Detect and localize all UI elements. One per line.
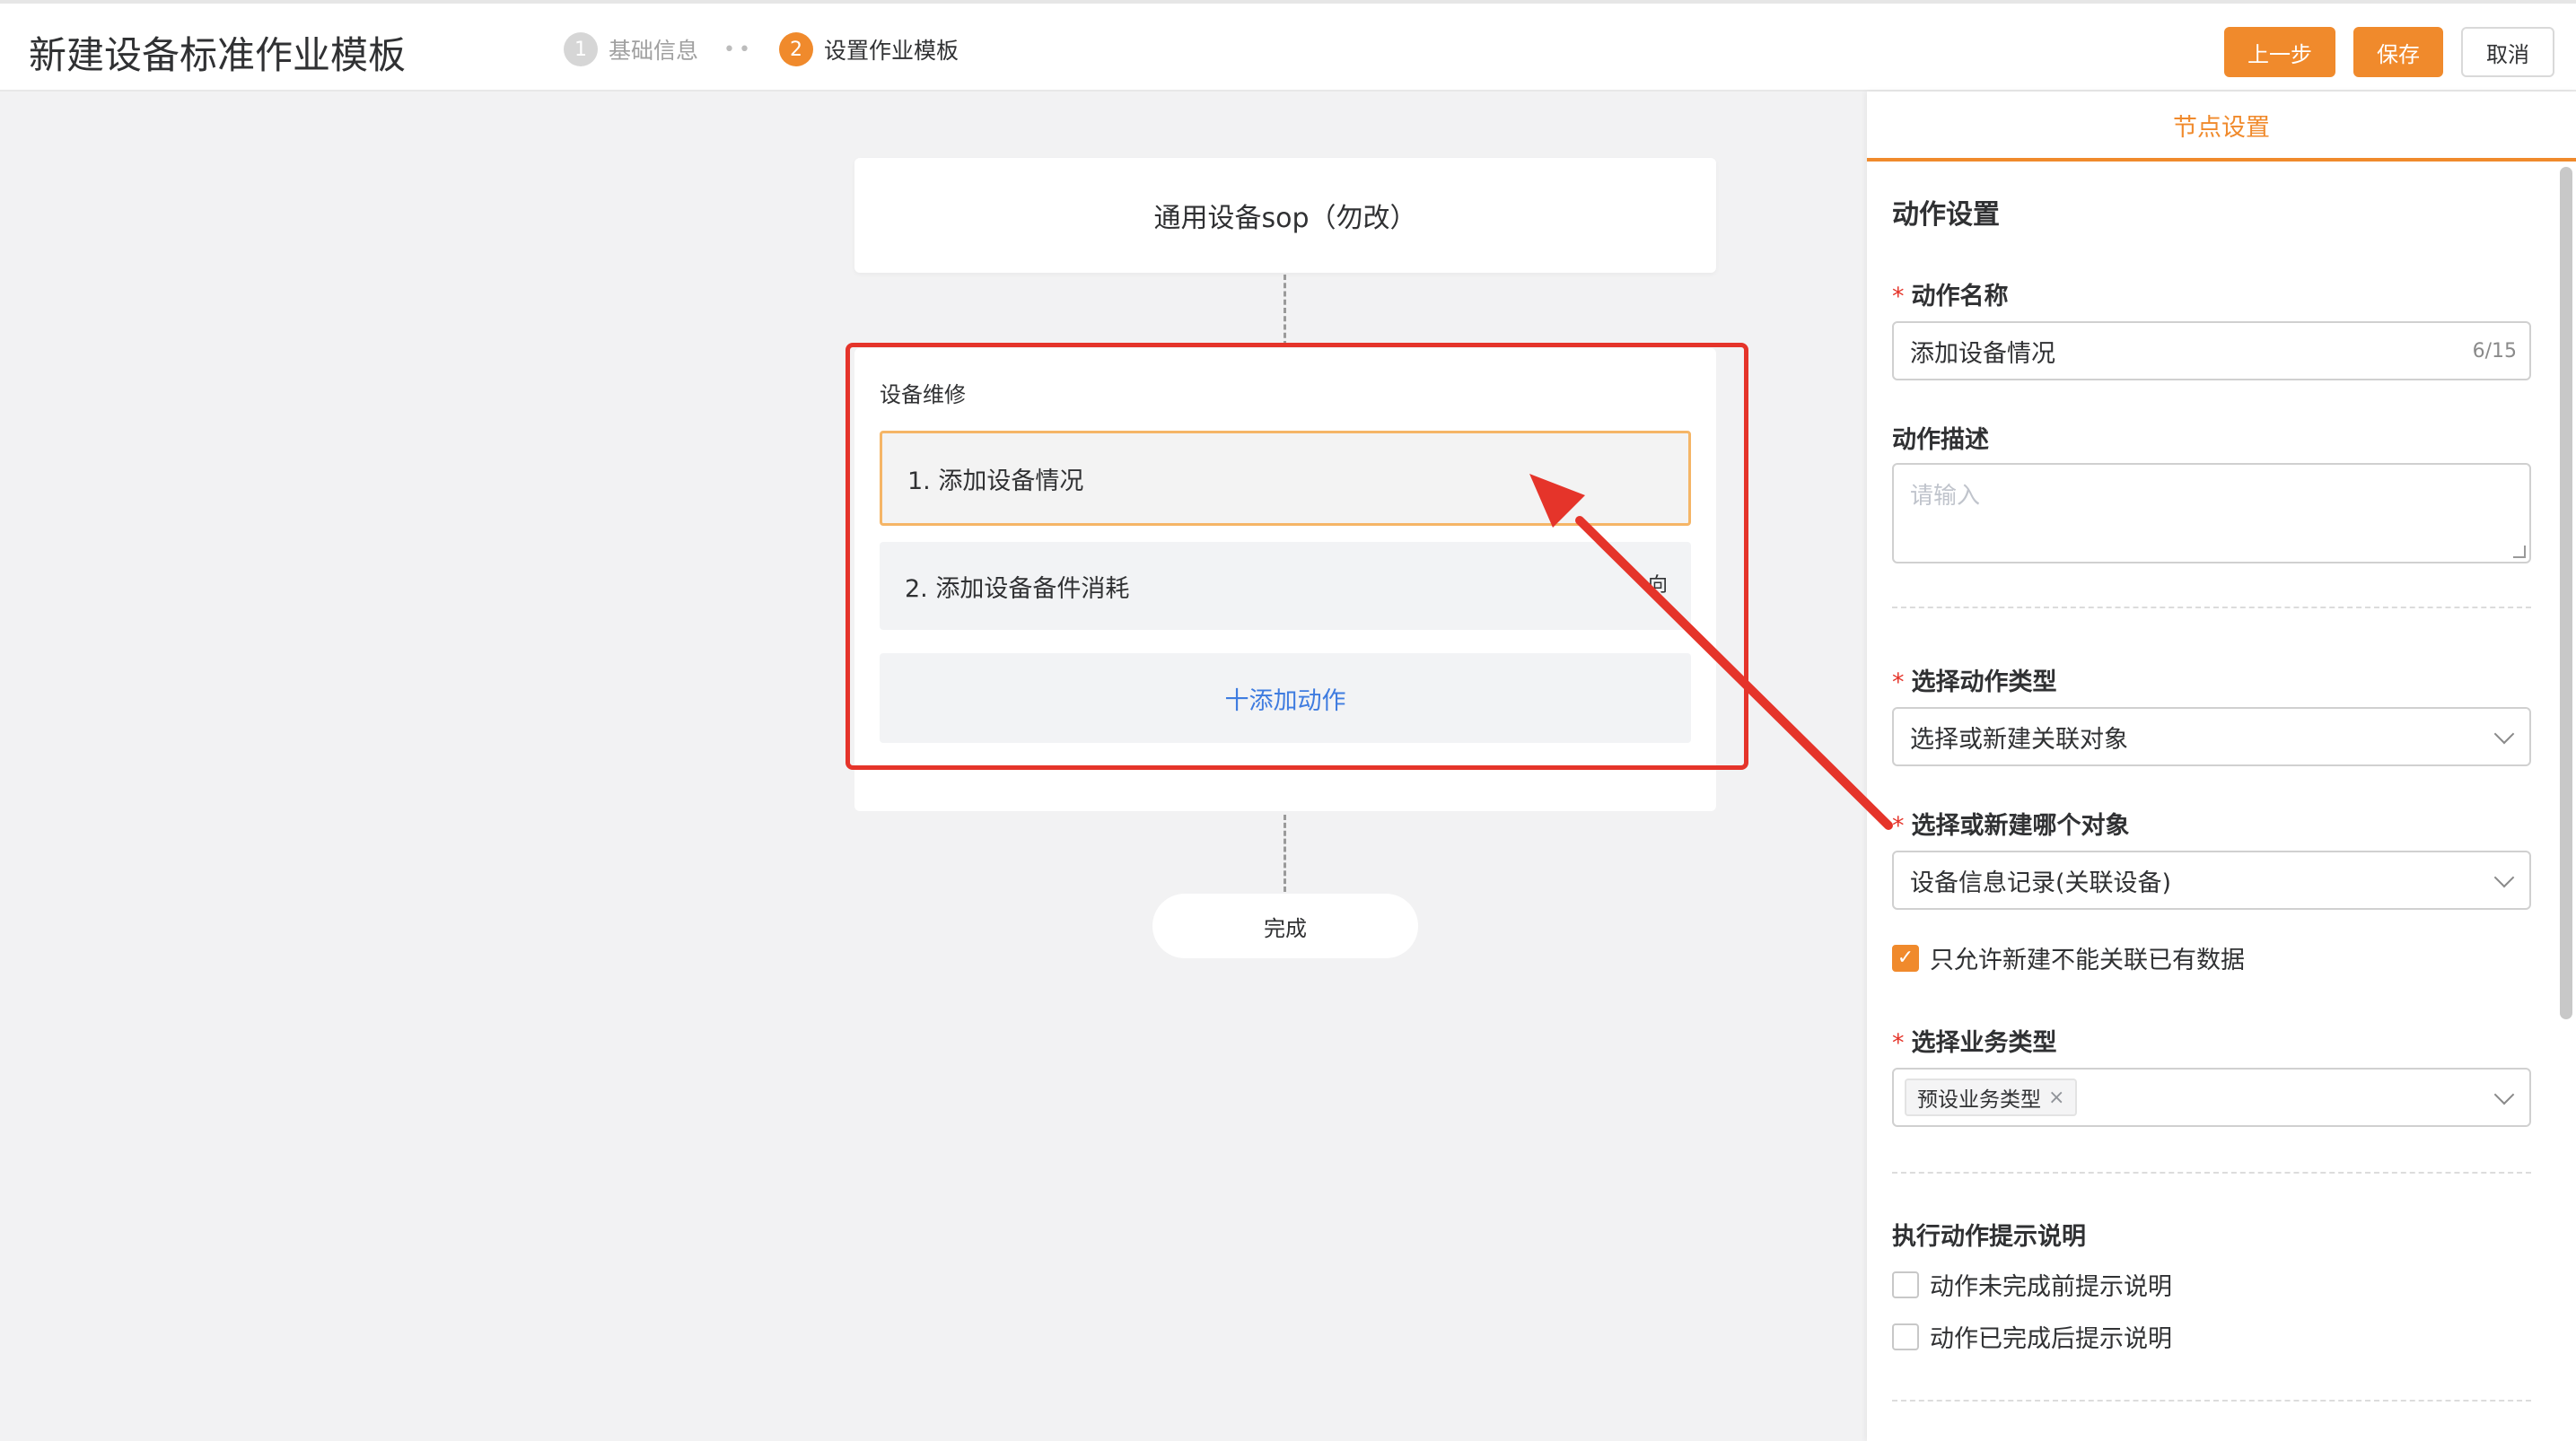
required-mark: * <box>1892 283 1905 310</box>
step-label: 基础信息 <box>609 38 699 64</box>
action-desc-label: 动作描述 <box>1892 426 1989 454</box>
action-item-selected[interactable]: 1. 添加设备情况 <box>880 431 1691 526</box>
checkbox-unchecked-icon[interactable] <box>1892 1271 1919 1298</box>
step-label: 设置作业模板 <box>823 38 959 64</box>
label-text: 选择或新建哪个对象 <box>1911 812 2130 840</box>
step-basic-info[interactable]: 1 基础信息 <box>564 32 698 66</box>
node-settings-panel: 节点设置 动作设置 * 动作名称 添加设备情况 6/15 动作描述 请输入 * 选择… <box>1867 92 2576 1441</box>
save-button[interactable]: 保存 <box>2353 27 2443 77</box>
step-indicator: 1 基础信息 •• 2 设置作业模板 <box>564 32 959 66</box>
divider <box>1892 1172 2531 1174</box>
action-item[interactable]: 2. 添加设备备件消耗 向 <box>880 542 1691 630</box>
step-number: 2 <box>778 32 813 66</box>
action-label: 2. 添加设备备件消耗 <box>905 574 1130 603</box>
finish-node[interactable]: 完成 <box>1152 894 1418 958</box>
template-name-card[interactable]: 通用设备sop（勿改） <box>854 158 1716 273</box>
target-object-label: * 选择或新建哪个对象 <box>1892 806 2130 841</box>
target-object-select[interactable]: 设备信息记录(关联设备) <box>1892 851 2531 910</box>
label-text: 选择动作类型 <box>1911 668 2057 696</box>
textarea-placeholder: 请输入 <box>1910 483 1981 510</box>
select-value: 设备信息记录(关联设备) <box>1910 869 2172 897</box>
step-separator: •• <box>723 38 754 61</box>
action-trailing-text: 向 <box>1647 574 1668 597</box>
chevron-down-icon <box>2493 1084 2515 1105</box>
prev-step-button[interactable]: 上一步 <box>2224 27 2335 77</box>
only-new-checkbox-row[interactable]: ✓ 只允许新建不能关联已有数据 <box>1892 940 2245 975</box>
panel-scrollbar[interactable] <box>2560 167 2572 1019</box>
label-text: 动作名称 <box>1911 283 2009 310</box>
checkbox-label: 动作未完成前提示说明 <box>1930 1273 2172 1301</box>
biz-type-label: * 选择业务类型 <box>1892 1023 2057 1058</box>
hint-section-title: 执行动作提示说明 <box>1892 1223 2086 1251</box>
action-type-label: * 选择动作类型 <box>1892 662 2057 697</box>
selected-tag: 预设业务类型 × <box>1905 1079 2078 1116</box>
hint-after-checkbox-row[interactable]: 动作已完成后提示说明 <box>1892 1319 2172 1354</box>
checkbox-unchecked-icon[interactable] <box>1892 1323 1919 1350</box>
hint-before-checkbox-row[interactable]: 动作未完成前提示说明 <box>1892 1267 2172 1302</box>
step-template[interactable]: 2 设置作业模板 <box>778 32 959 66</box>
divider <box>1892 607 2531 608</box>
flow-connector <box>1284 815 1286 892</box>
chevron-down-icon <box>2493 723 2515 745</box>
chevron-down-icon <box>2493 867 2515 888</box>
action-name-input[interactable]: 添加设备情况 6/15 <box>1892 321 2531 380</box>
checkbox-label: 只允许新建不能关联已有数据 <box>1930 947 2245 974</box>
node-name: 设备维修 <box>880 382 966 407</box>
close-icon[interactable]: × <box>2048 1087 2064 1109</box>
action-type-select[interactable]: 选择或新建关联对象 <box>1892 707 2531 766</box>
step-number: 1 <box>564 32 598 66</box>
char-count: 6/15 <box>2472 339 2517 362</box>
biz-type-select[interactable]: 预设业务类型 × <box>1892 1068 2531 1127</box>
input-value: 添加设备情况 <box>1910 339 2055 368</box>
checkbox-label: 动作已完成后提示说明 <box>1930 1325 2172 1353</box>
select-value: 选择或新建关联对象 <box>1910 725 2128 754</box>
action-desc-textarea[interactable]: 请输入 <box>1892 463 2531 563</box>
cancel-button[interactable]: 取消 <box>2461 27 2554 77</box>
action-label: 1. 添加设备情况 <box>907 467 1084 495</box>
tag-label: 预设业务类型 <box>1917 1088 2041 1112</box>
add-action-button[interactable]: 十添加动作 <box>880 653 1691 743</box>
flow-connector <box>1284 275 1286 346</box>
divider <box>1892 1400 2531 1402</box>
resize-handle-icon[interactable] <box>2513 546 2526 558</box>
section-title: 动作设置 <box>1892 199 2000 231</box>
required-mark: * <box>1892 1029 1905 1057</box>
required-mark: * <box>1892 812 1905 840</box>
page-title: 新建设备标准作业模板 <box>29 33 407 77</box>
top-bar: 新建设备标准作业模板 1 基础信息 •• 2 设置作业模板 上一步 保存 取消 <box>0 0 2576 92</box>
label-text: 选择业务类型 <box>1911 1029 2057 1057</box>
checkbox-checked-icon[interactable]: ✓ <box>1892 944 1919 972</box>
action-name-label: * 动作名称 <box>1892 276 2009 311</box>
tab-node-settings[interactable]: 节点设置 <box>1867 92 2576 162</box>
required-mark: * <box>1892 668 1905 696</box>
